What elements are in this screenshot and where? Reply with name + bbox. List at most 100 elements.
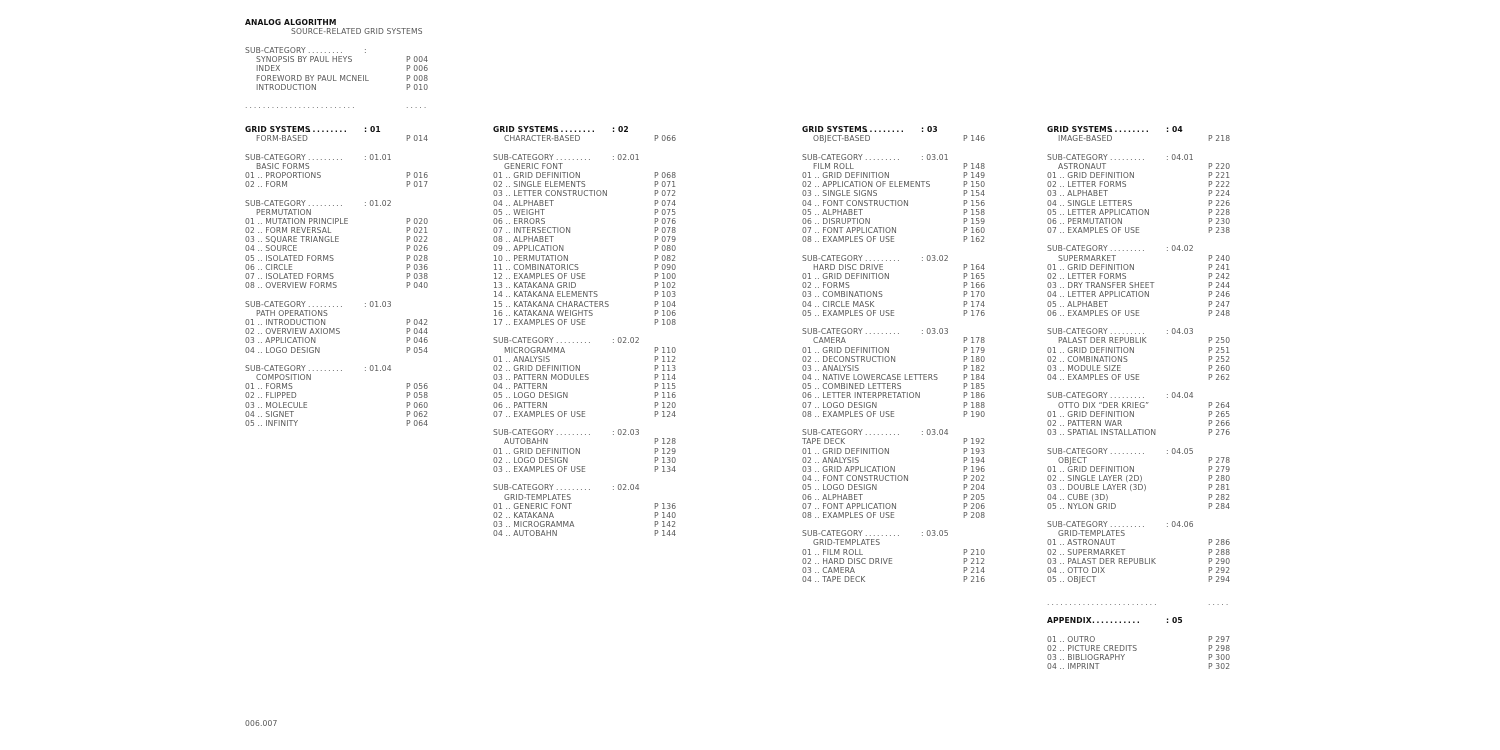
- entry-page: P 159: [963, 216, 986, 226]
- appendix-heading: APPENDIX ........... : 05: [1047, 616, 1237, 625]
- entry-title: EXAMPLES OF USE: [822, 235, 896, 245]
- entry-leader: ..: [502, 391, 514, 401]
- subcategory-name: SUPERMARKET P 240: [1047, 254, 1237, 263]
- entry-number: 02: [802, 180, 812, 190]
- entry-title: FOREWORD BY PAUL MCNEIL: [256, 73, 370, 83]
- toc-entry: 02 .. SINGLE LAYER (2D) P 280: [1047, 474, 1237, 483]
- toc-entry: 06 .. PERMUTATION P 230: [1047, 217, 1237, 226]
- entry-page: P 302: [1208, 662, 1231, 672]
- toc-entry: 02 .. KATAKANA P 140: [493, 511, 683, 520]
- entry-number: 04: [1047, 662, 1057, 672]
- subcategory-title: GENERIC FONT: [504, 161, 563, 171]
- entry-leader: ..: [502, 455, 514, 465]
- entry-leader: ..: [811, 207, 823, 217]
- toc-entry: 01 .. INTRODUCTION P 042: [245, 318, 435, 327]
- entry-title: SINGLE LETTERS: [1067, 198, 1133, 208]
- grid-system-leader: .........: [865, 125, 906, 134]
- entry-leader: ..: [811, 400, 823, 410]
- entry-leader: ..: [502, 244, 514, 254]
- entry-page: P 252: [1208, 354, 1231, 364]
- intro-heading: SUB-CATEGORY ......... :: [245, 46, 435, 55]
- toc-entry: 05 .. INFINITY P 064: [245, 419, 435, 428]
- entry-title: OBJECT: [1067, 575, 1097, 585]
- subcategory-code: : 04.05: [1166, 446, 1194, 456]
- entry-number: 03: [1047, 189, 1057, 199]
- entry-page: P 102: [654, 281, 677, 291]
- entry-number: 17: [493, 317, 503, 327]
- entry-leader: ..: [1056, 474, 1068, 484]
- entry-number: 04: [1047, 198, 1057, 208]
- subcategory-label: SUB-CATEGORY: [1047, 391, 1108, 401]
- subcategory-name: CAMERA P 178: [802, 336, 992, 345]
- entry-page: P 082: [654, 253, 677, 263]
- grid-system-heading: GRID SYSTEMS.........: 01: [245, 125, 435, 134]
- entry-page: P 129: [654, 446, 677, 456]
- entry-number: 03: [1047, 428, 1057, 438]
- entry-number: 06: [493, 216, 503, 226]
- subcategory-label: SUB-CATEGORY: [493, 336, 554, 346]
- subcategory-label: SUB-CATEGORY: [245, 152, 306, 162]
- grid-system-label: GRID SYSTEMS: [493, 125, 559, 134]
- entry-title: SINGLE ELEMENTS: [513, 180, 586, 190]
- toc-entry: 03 .. MOLECULE P 060: [245, 401, 435, 410]
- entry-page: P 281: [1208, 483, 1231, 493]
- subcategory-leader: .........: [865, 428, 902, 438]
- entry-number: 03: [802, 566, 812, 575]
- entry-number: 05: [1047, 575, 1057, 585]
- entry-number: 06: [1047, 216, 1057, 226]
- entry-page: P 149: [963, 170, 986, 180]
- entry-leader: ..: [502, 317, 514, 327]
- subcategory-title: CAMERA: [813, 336, 846, 346]
- entry-title: LOGO DESIGN: [265, 345, 321, 355]
- entry-leader: ..: [811, 474, 823, 484]
- entry-title: LETTER CONSTRUCTION: [513, 189, 608, 199]
- entry-number: 07: [1047, 226, 1057, 236]
- toc-entry: 06 .. DISRUPTION P 159: [802, 217, 992, 226]
- entry-page: P 222: [1208, 180, 1231, 190]
- toc-entry: 05 .. EXAMPLES OF USE P 176: [802, 309, 992, 318]
- entry-number: 01: [802, 547, 812, 557]
- grid-system-page: P 218: [1208, 134, 1231, 144]
- entry-title: DISRUPTION: [822, 216, 871, 226]
- entry-leader: ..: [1056, 216, 1068, 226]
- subcategory-leader: .........: [556, 428, 593, 438]
- entry-leader: ..: [1056, 226, 1068, 236]
- entry-number: 04: [245, 409, 255, 419]
- toc-entry: 04 .. NATIVE LOWERCASE LETTERS P 184: [802, 373, 992, 382]
- entry-title: GENERIC FONT: [513, 501, 573, 511]
- grid-system-code: : 03: [921, 125, 938, 134]
- entry-leader: ..: [502, 235, 514, 245]
- separator-dots-short: .....: [1208, 598, 1231, 607]
- entry-page: P 186: [963, 391, 986, 401]
- entry-page: P 266: [1208, 419, 1231, 428]
- entry-title: INFINITY: [265, 419, 299, 428]
- entry-page: P 078: [654, 226, 677, 236]
- entry-title: CAMERA: [822, 566, 856, 575]
- entry-number: 04: [245, 345, 255, 355]
- toc-column-01: GRID SYSTEMS.........: 01 FORM-BASED P 014…: [245, 125, 435, 428]
- entry-number: 01: [493, 446, 503, 456]
- toc-entry: 04 .. SOURCE P 026: [245, 244, 435, 253]
- subcategory-heading: SUB-CATEGORY.........: 01.01: [245, 153, 435, 162]
- entry-page: P 071: [654, 180, 677, 190]
- entry-title: EXAMPLES OF USE: [822, 308, 896, 318]
- entry-page: P 040: [406, 281, 429, 291]
- grid-system-leader: .........: [308, 125, 349, 134]
- entry-page: P 160: [963, 226, 986, 236]
- entry-title: GRID DEFINITION: [1067, 262, 1135, 272]
- toc-entry: 01 .. GRID DEFINITION P 193: [802, 447, 992, 456]
- entry-leader: ..: [254, 281, 266, 291]
- entry-page: P 188: [963, 400, 986, 410]
- subcategory-page: P 178: [963, 336, 986, 346]
- toc-entry: 01 .. ASTRONAUT P 286: [1047, 538, 1237, 547]
- entry-leader: ..: [811, 345, 823, 355]
- entry-title: MICROGRAMMA: [513, 520, 575, 530]
- entry-title: SOURCE: [265, 244, 298, 254]
- entry-number: 02: [1047, 419, 1057, 428]
- toc-entry: 04 .. LOGO DESIGN P 054: [245, 346, 435, 355]
- entry-page: P 246: [1208, 290, 1231, 300]
- grid-system-leader: .........: [1110, 125, 1151, 134]
- subcategory-code: : 01.03: [364, 299, 392, 309]
